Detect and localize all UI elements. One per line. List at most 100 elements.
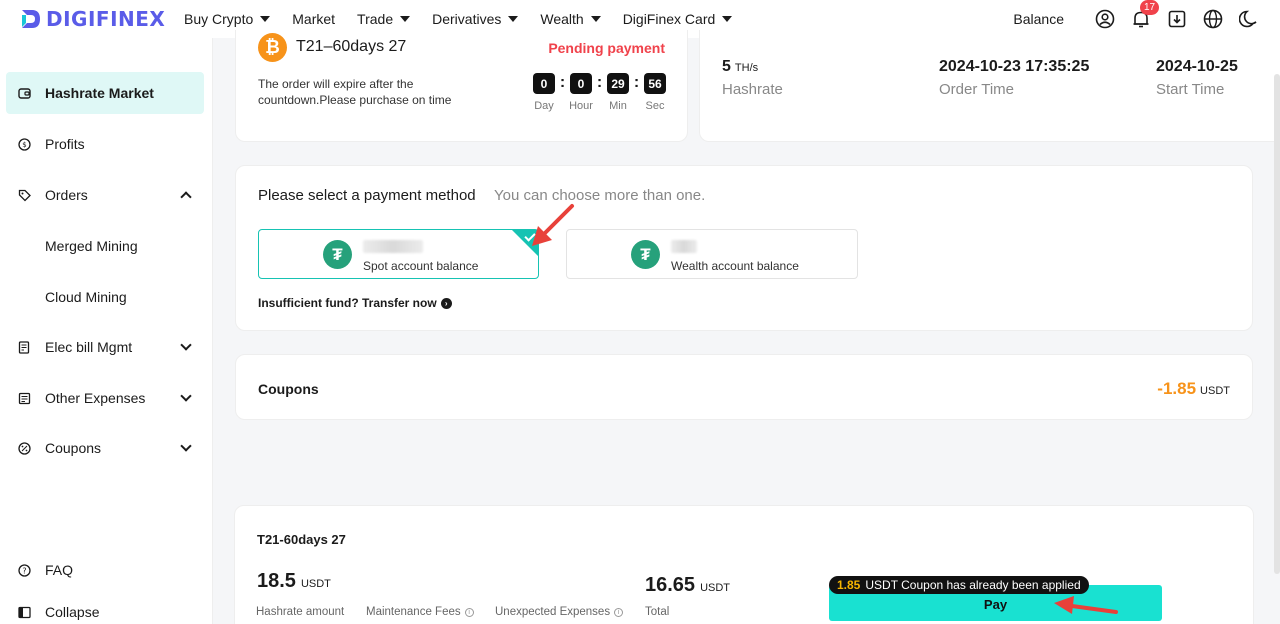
sidebar-item-label: Profits <box>45 136 85 152</box>
coupon-amount: -1.85 <box>1157 379 1197 398</box>
maintenance-fees-label: Maintenance Fees i <box>366 606 474 618</box>
payment-option-label: Spot account balance <box>363 259 479 273</box>
sidebar-item-label: Merged Mining <box>45 238 138 254</box>
order-stats-card: 5 TH/s Hashrate 2024-10-23 17:35:25 Order… <box>699 30 1280 142</box>
nav-label: Buy Crypto <box>184 11 254 27</box>
sidebar-item-label: Collapse <box>45 604 100 620</box>
moon-icon[interactable] <box>1238 8 1260 30</box>
coin-icon: $ <box>17 137 31 151</box>
expire-text: The order will expire after the countdow… <box>258 77 452 107</box>
nav-wealth[interactable]: Wealth <box>540 11 601 27</box>
caret-down-icon <box>590 16 601 22</box>
balance-link[interactable]: Balance <box>1013 11 1064 27</box>
hashrate-amount-value: 18.5 USDT <box>257 570 331 593</box>
sidebar: Hashrate Market $ Profits Orders Merged … <box>0 38 213 624</box>
nav-label: Wealth <box>540 11 584 27</box>
payment-option-wealth[interactable]: ₮ Wealth account balance <box>566 229 858 279</box>
digifinex-logo[interactable]: DIGIFINEX <box>20 7 170 31</box>
countdown-label: Min <box>609 100 627 112</box>
hashrate-value: 5 TH/s <box>722 58 758 76</box>
sidebar-item-label: Hashrate Market <box>45 85 154 101</box>
question-icon: ? <box>17 563 31 577</box>
transfer-now-link[interactable]: Insufficient fund? Transfer now › <box>258 296 452 310</box>
hashrate-unit: TH/s <box>734 62 759 74</box>
countdown-min: 29 Min <box>607 73 629 112</box>
payment-method-title: Please select a payment method <box>258 187 476 204</box>
sidebar-item-orders[interactable]: Orders <box>6 174 204 216</box>
svg-text:?: ? <box>22 566 26 575</box>
coupons-card[interactable]: Coupons -1.85 USDT <box>235 354 1253 420</box>
coupon-tip-text: USDT Coupon has already been applied <box>865 578 1081 592</box>
total-value: 16.65 USDT <box>645 574 730 597</box>
nav-label: Derivatives <box>432 11 502 27</box>
receipt-icon <box>17 391 31 405</box>
sidebar-item-label: Orders <box>45 187 88 203</box>
hashrate-label: Hashrate <box>722 81 783 98</box>
sidebar-item-coupons[interactable]: Coupons <box>6 427 204 469</box>
info-icon[interactable]: i <box>464 607 474 617</box>
sidebar-collapse[interactable]: Collapse <box>6 591 204 624</box>
countdown-timer: 0 Day : 0 Hour : 29 Min : 56 Sec <box>533 73 666 112</box>
summary-title: T21-60days 27 <box>257 532 346 547</box>
payment-option-spot[interactable]: ₮ Spot account balance <box>258 229 539 279</box>
nav-label: DigiFinex Card <box>622 11 716 27</box>
user-icon[interactable] <box>1094 8 1116 30</box>
start-time-label: Start Time <box>1156 81 1225 98</box>
hashrate-number: 5 <box>722 58 731 75</box>
nav-trade[interactable]: Trade <box>357 11 411 27</box>
unexpected-expenses-label: Unexpected Expenses i <box>495 606 624 618</box>
sidebar-item-hashrate-market[interactable]: Hashrate Market <box>6 72 204 114</box>
chevron-up-icon <box>180 191 192 203</box>
download-icon[interactable] <box>1166 8 1188 30</box>
nav-market[interactable]: Market <box>292 11 335 27</box>
hashrate-amount-label: Hashrate amount <box>256 606 344 618</box>
scrollbar[interactable] <box>1274 74 1280 574</box>
percent-icon <box>17 441 31 455</box>
countdown-hour: 0 Hour <box>569 73 593 112</box>
nav-label: Market <box>292 11 336 27</box>
hashrate-amount-number: 18.5 <box>257 570 296 592</box>
sidebar-item-label: Coupons <box>45 440 102 456</box>
transfer-label: Insufficient fund? Transfer now <box>258 296 437 310</box>
sidebar-item-profits[interactable]: $ Profits <box>6 123 204 165</box>
payment-method-card: Please select a payment method You can c… <box>235 165 1253 331</box>
coupon-tip-amount: 1.85 <box>837 578 861 592</box>
sidebar-item-elec-bill[interactable]: Elec bill Mgmt <box>6 326 204 368</box>
info-icon[interactable]: i <box>614 607 624 617</box>
countdown-value: 29 <box>607 73 629 94</box>
arrow-right-icon: › <box>440 297 452 309</box>
countdown-sec: 56 Sec <box>644 73 666 112</box>
globe-icon[interactable] <box>1202 8 1224 30</box>
sidebar-item-faq[interactable]: ? FAQ <box>6 549 204 591</box>
sidebar-item-label: Elec bill Mgmt <box>45 339 133 355</box>
countdown-value: 0 <box>533 73 555 94</box>
nav-buy-crypto[interactable]: Buy Crypto <box>184 11 271 27</box>
caret-down-icon <box>260 16 271 22</box>
total-label: Total <box>645 606 669 618</box>
logo-mark-icon <box>22 10 40 28</box>
chevron-down-icon <box>180 339 192 351</box>
order-card: ₿ T21–60days 27 Pending payment The orde… <box>235 30 688 142</box>
svg-text:$: $ <box>22 141 26 149</box>
countdown-separator: : <box>633 74 640 91</box>
blurred-balance <box>363 240 423 253</box>
logo-text: DIGIFINEX <box>46 7 166 31</box>
nav-digifinex-card[interactable]: DigiFinex Card <box>623 11 733 27</box>
nav-derivatives[interactable]: Derivatives <box>432 11 519 27</box>
payment-option-label: Wealth account balance <box>671 259 799 273</box>
sidebar-item-cloud-mining[interactable]: Cloud Mining <box>6 276 204 318</box>
payment-method-hint: You can choose more than one. <box>494 187 706 204</box>
collapse-icon <box>17 605 31 619</box>
order-time-label: Order Time <box>939 81 1015 98</box>
coupon-value: -1.85 USDT <box>1157 379 1230 399</box>
label-text: Maintenance Fees <box>366 606 461 618</box>
label-text: Total <box>645 606 670 618</box>
countdown-label: Hour <box>569 100 593 112</box>
coupon-unit: USDT <box>1200 385 1230 397</box>
tether-icon: ₮ <box>631 240 660 269</box>
countdown-day: 0 Day <box>533 73 555 112</box>
status-badge: Pending payment <box>548 40 665 56</box>
sidebar-item-merged-mining[interactable]: Merged Mining <box>6 225 204 267</box>
bell-icon[interactable]: 17 <box>1130 0 1160 30</box>
sidebar-item-other-expenses[interactable]: Other Expenses <box>6 377 204 419</box>
